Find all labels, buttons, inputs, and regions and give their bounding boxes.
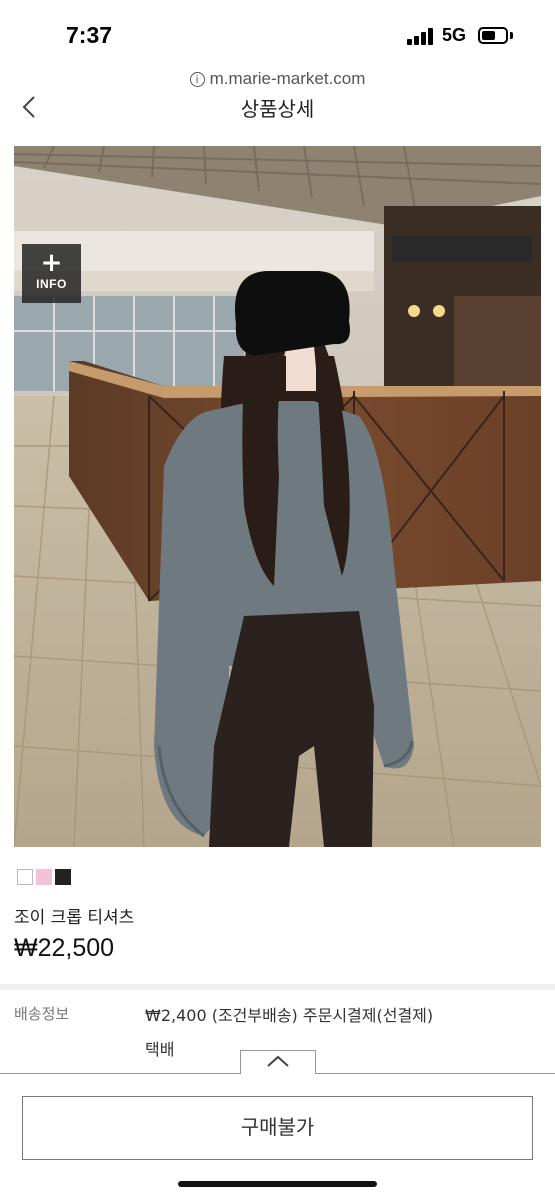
color-swatch-pink[interactable]	[36, 869, 52, 885]
battery-icon	[478, 27, 508, 44]
chevron-up-icon	[267, 1055, 289, 1067]
info-badge[interactable]: + INFO	[22, 244, 81, 303]
section-divider	[0, 984, 555, 990]
network-type: 5G	[442, 25, 467, 45]
status-time: 7:37	[66, 22, 113, 48]
status-bar: 7:37 5G	[0, 0, 555, 70]
color-swatch-black[interactable]	[55, 869, 71, 885]
info-badge-label: INFO	[36, 277, 67, 291]
collapse-toggle[interactable]	[240, 1050, 316, 1074]
info-circle-icon: i	[189, 71, 205, 87]
cellular-signal-icon	[407, 27, 435, 45]
product-image[interactable]	[14, 146, 541, 847]
purchase-button[interactable]: 구매불가	[22, 1096, 533, 1160]
page-header: 상품상세	[0, 90, 555, 126]
product-price: ₩22,500	[14, 934, 115, 962]
battery-tip	[510, 32, 513, 39]
home-indicator	[178, 1181, 377, 1187]
color-swatches	[17, 869, 71, 885]
shipping-label: 배송정보	[14, 1005, 70, 1023]
page-title: 상품상세	[240, 97, 315, 121]
shipping-method: 택배	[145, 1040, 175, 1059]
color-swatch-white[interactable]	[17, 869, 33, 885]
product-name: 조이 크롭 티셔츠	[14, 908, 135, 928]
url-text: m.marie-market.com	[209, 69, 366, 88]
shipping-info: ₩2,400 (조건부배송) 주문시결제(선결제)	[145, 1006, 434, 1025]
plus-icon: +	[40, 248, 63, 278]
product-photo	[14, 146, 541, 847]
